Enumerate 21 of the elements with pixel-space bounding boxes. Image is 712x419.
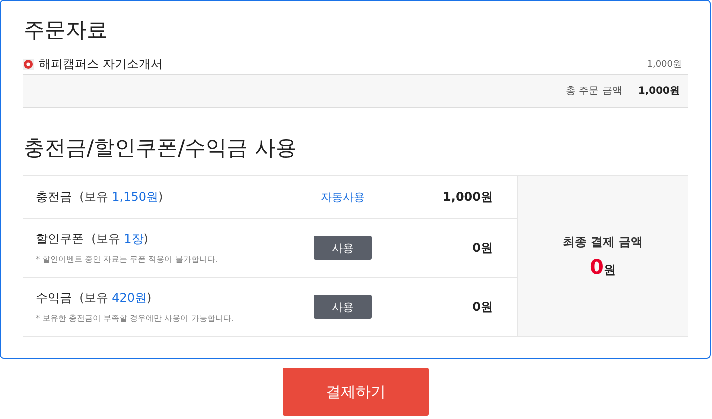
section-title: 충전금/할인쿠폰/수익금 사용: [24, 135, 298, 162]
final-label: 최종 결제 금액: [562, 234, 644, 250]
amount-text: 0원: [472, 298, 493, 316]
use-button[interactable]: 사용: [314, 236, 372, 260]
amount-text: 1,000원: [442, 188, 493, 206]
total-label: 총 주문 금액: [566, 85, 622, 98]
balance-label: 수익금 (보유 420원): [36, 290, 153, 307]
amount-text: 0원: [472, 240, 493, 256]
note-text: * 보유한 충전금이 부족할 경우에만 사용이 가능합니다.: [36, 313, 235, 324]
product-price: 1,000원: [647, 58, 682, 70]
section-title: 주문자료: [24, 17, 109, 44]
final-amount: 0원: [590, 254, 616, 278]
total-amount: 1,000원: [638, 85, 680, 98]
pay-button[interactable]: 결제하기: [283, 368, 429, 416]
use-button[interactable]: 사용: [314, 295, 372, 319]
product-icon: [23, 58, 34, 70]
note-text: * 할인이벤트 중인 자료는 쿠폰 적용이 불가합니다.: [36, 254, 219, 265]
auto-use-link[interactable]: 자동사용: [321, 190, 365, 204]
balance-label: 충전금 (보유 1,150원): [36, 188, 164, 206]
balance-label: 할인쿠폰 (보유 1장): [36, 231, 150, 248]
product-name: 해피캠퍼스 자기소개서: [39, 56, 164, 72]
